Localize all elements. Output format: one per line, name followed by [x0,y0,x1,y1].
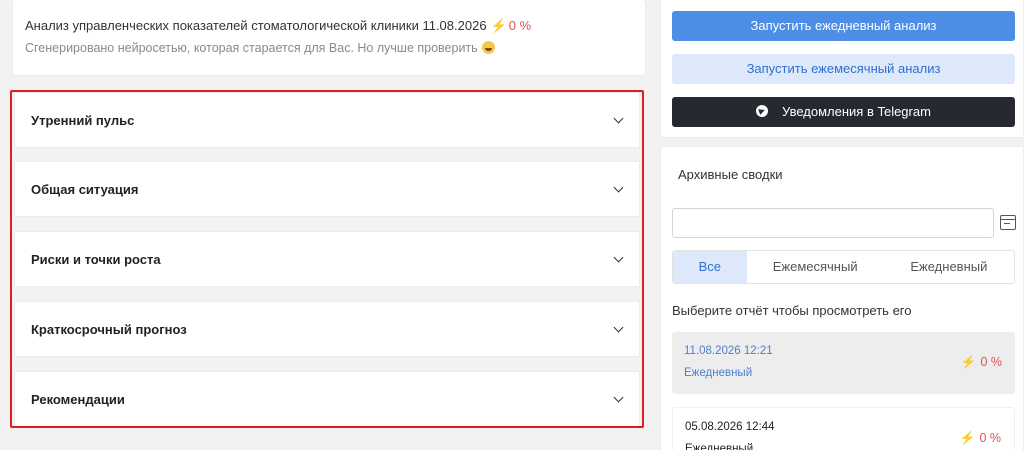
analysis-percent: 0 % [508,18,532,33]
report-percent-badge: ⚡ 0 % [960,431,1001,446]
sections-accordion: Утренний пульс Общая ситуация Риски и то… [10,90,644,428]
telegram-button-label: Уведомления в Telegram [782,104,931,119]
filter-daily-tab[interactable]: Ежедневный [884,251,1014,283]
lightning-icon: ⚡ [959,431,976,445]
report-type: Ежедневный [685,443,754,450]
select-report-hint: Выберите отчёт чтобы просмотреть его [672,303,912,318]
accordion-label: Общая ситуация [31,182,139,197]
telegram-notifications-button[interactable]: Уведомления в Telegram [672,97,1015,127]
lightning-icon: ⚡ [960,355,977,369]
analysis-title: Анализ управленческих показателей стомат… [25,18,487,33]
filter-monthly-tab[interactable]: Ежемесячный [747,251,884,283]
run-daily-analysis-button[interactable]: Запустить ежедневный анализ [672,11,1015,41]
analysis-subtitle: Сгенерировано нейросетью, которая старае… [25,41,478,55]
chevron-down-icon [613,113,624,124]
filter-all-tab[interactable]: Все [673,251,747,283]
telegram-icon [756,105,769,117]
run-monthly-analysis-button[interactable]: Запустить ежемесячный анализ [672,54,1015,84]
chevron-down-icon [613,252,624,263]
chevron-down-icon [613,322,624,333]
analysis-title-line: Анализ управленческих показателей стомат… [25,18,531,34]
chevron-down-icon [613,392,624,403]
accordion-item-morning-pulse[interactable]: Утренний пульс [14,92,640,148]
accordion-item-risks-growth[interactable]: Риски и точки роста [14,231,640,287]
lightning-icon: ⚡ [490,18,507,33]
archive-panel: Архивные сводки Все Ежемесячный Ежедневн… [660,146,1024,450]
accordion-item-recommendations[interactable]: Рекомендации [14,371,640,426]
report-date: 11.08.2026 12:21 [684,345,773,357]
report-list-item[interactable]: 11.08.2026 12:21 Ежедневный ⚡ 0 % [672,332,1015,394]
archive-title: Архивные сводки [678,167,783,182]
accordion-label: Рекомендации [31,392,125,407]
report-type-filter: Все Ежемесячный Ежедневный [672,250,1015,284]
report-percent: 0 % [979,431,1001,445]
accordion-item-general-situation[interactable]: Общая ситуация [14,161,640,217]
accordion-label: Утренний пульс [31,113,135,128]
accordion-item-short-term-forecast[interactable]: Краткосрочный прогноз [14,301,640,357]
actions-panel: Запустить ежедневный анализ Запустить еж… [660,0,1024,138]
calendar-icon[interactable] [1000,215,1016,230]
archive-date-input[interactable] [672,208,994,238]
report-type: Ежедневный [684,367,753,379]
analysis-subtitle-line: Сгенерировано нейросетью, которая старае… [25,41,495,55]
chevron-down-icon [613,182,624,193]
accordion-label: Краткосрочный прогноз [31,322,187,337]
analysis-header-card: Анализ управленческих показателей стомат… [12,0,646,76]
report-percent-badge: ⚡ 0 % [961,355,1002,370]
grinning-face-emoji-icon [481,41,495,54]
report-percent: 0 % [980,355,1002,369]
accordion-label: Риски и точки роста [31,252,161,267]
report-date: 05.08.2026 12:44 [685,421,775,433]
report-list-item[interactable]: 05.08.2026 12:44 Ежедневный ⚡ 0 % [672,407,1015,450]
